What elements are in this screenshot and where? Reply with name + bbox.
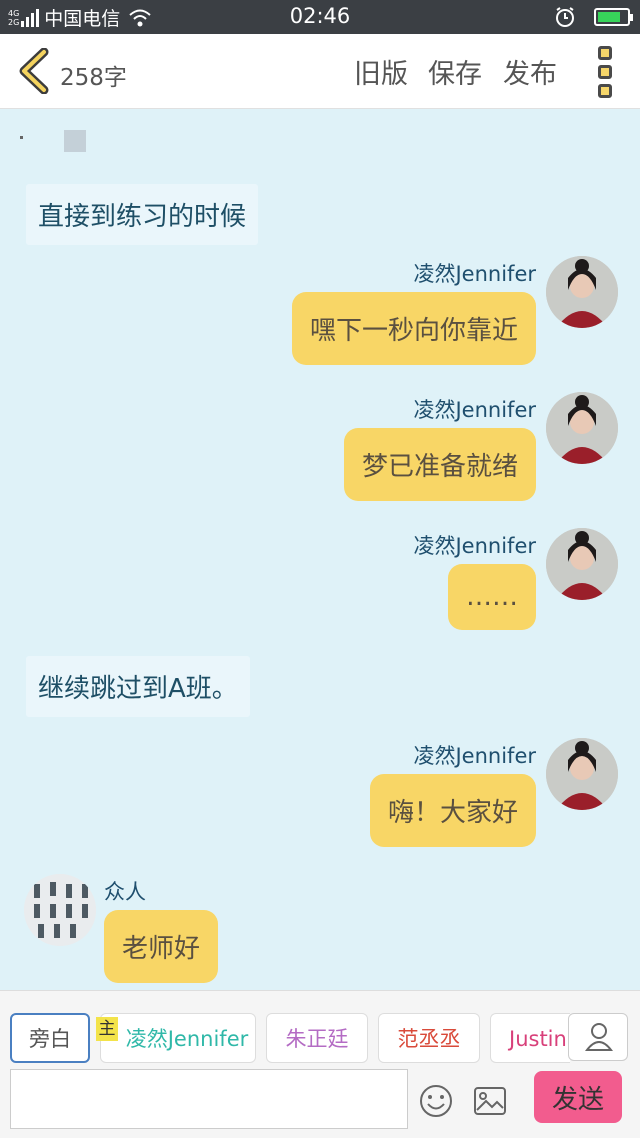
composer-bar: 旁白 凌然Jennifer 主 朱正廷 范丞丞 Justin黄 发送 <box>0 990 640 1138</box>
message-bubble[interactable]: 嘿下一秒向你靠近 <box>291 292 536 365</box>
role-chip-jennifer[interactable]: 凌然Jennifer <box>100 1013 256 1063</box>
image-icon[interactable] <box>472 1083 508 1119</box>
back-arrow-icon[interactable] <box>14 48 54 94</box>
add-role-button[interactable] <box>568 1013 628 1061</box>
sender-name: 凌然Jennifer <box>413 398 536 422</box>
word-count: 258字 <box>60 65 127 91</box>
message-bubble[interactable]: 嗨！大家好 <box>369 774 536 847</box>
message-bubble[interactable]: 梦已准备就绪 <box>343 428 536 501</box>
dot-mark <box>20 136 23 139</box>
save-button[interactable]: 保存 <box>428 52 482 91</box>
group-avatar[interactable] <box>24 874 96 946</box>
message-bubble[interactable]: …… <box>448 564 536 630</box>
alarm-icon <box>556 7 574 27</box>
sender-name: 众人 <box>104 880 146 904</box>
avatar[interactable] <box>546 738 618 810</box>
image-placeholder <box>64 130 86 152</box>
narration-bubble[interactable]: 继续跳过到A班。 <box>26 656 250 717</box>
message-input[interactable] <box>10 1069 408 1129</box>
avatar[interactable] <box>546 528 618 600</box>
role-chip-justin[interactable]: Justin黄 <box>490 1013 570 1063</box>
narration-bubble[interactable]: 直接到练习的时候 <box>26 184 259 245</box>
role-chip-narrator[interactable]: 旁白 <box>10 1013 90 1063</box>
main-role-tag: 主 <box>96 1017 118 1041</box>
role-chip-zhu[interactable]: 朱正廷 <box>266 1013 368 1063</box>
sender-name: 凌然Jennifer <box>413 262 536 286</box>
sender-name: 凌然Jennifer <box>413 534 536 558</box>
old-version-button[interactable]: 旧版 <box>354 52 408 91</box>
send-button[interactable]: 发送 <box>534 1071 622 1123</box>
status-bar: 4G 2G 中国电信 02:46 <box>0 0 640 34</box>
user-icon <box>584 1023 614 1051</box>
clock: 02:46 <box>289 4 351 28</box>
avatar[interactable] <box>546 392 618 464</box>
emoji-icon[interactable] <box>418 1083 454 1119</box>
more-menu-icon[interactable] <box>598 46 614 98</box>
chat-area[interactable]: 直接到练习的时候 凌然Jennifer 嘿下一秒向你靠近 凌然Jennifer … <box>0 110 640 990</box>
message-bubble[interactable]: 老师好 <box>104 910 219 983</box>
avatar[interactable] <box>546 256 618 328</box>
battery-icon <box>594 8 633 26</box>
publish-button[interactable]: 发布 <box>503 52 557 91</box>
top-toolbar: 258字 旧版 保存 发布 <box>0 34 640 109</box>
sender-name: 凌然Jennifer <box>413 744 536 768</box>
role-chip-fan[interactable]: 范丞丞 <box>378 1013 480 1063</box>
